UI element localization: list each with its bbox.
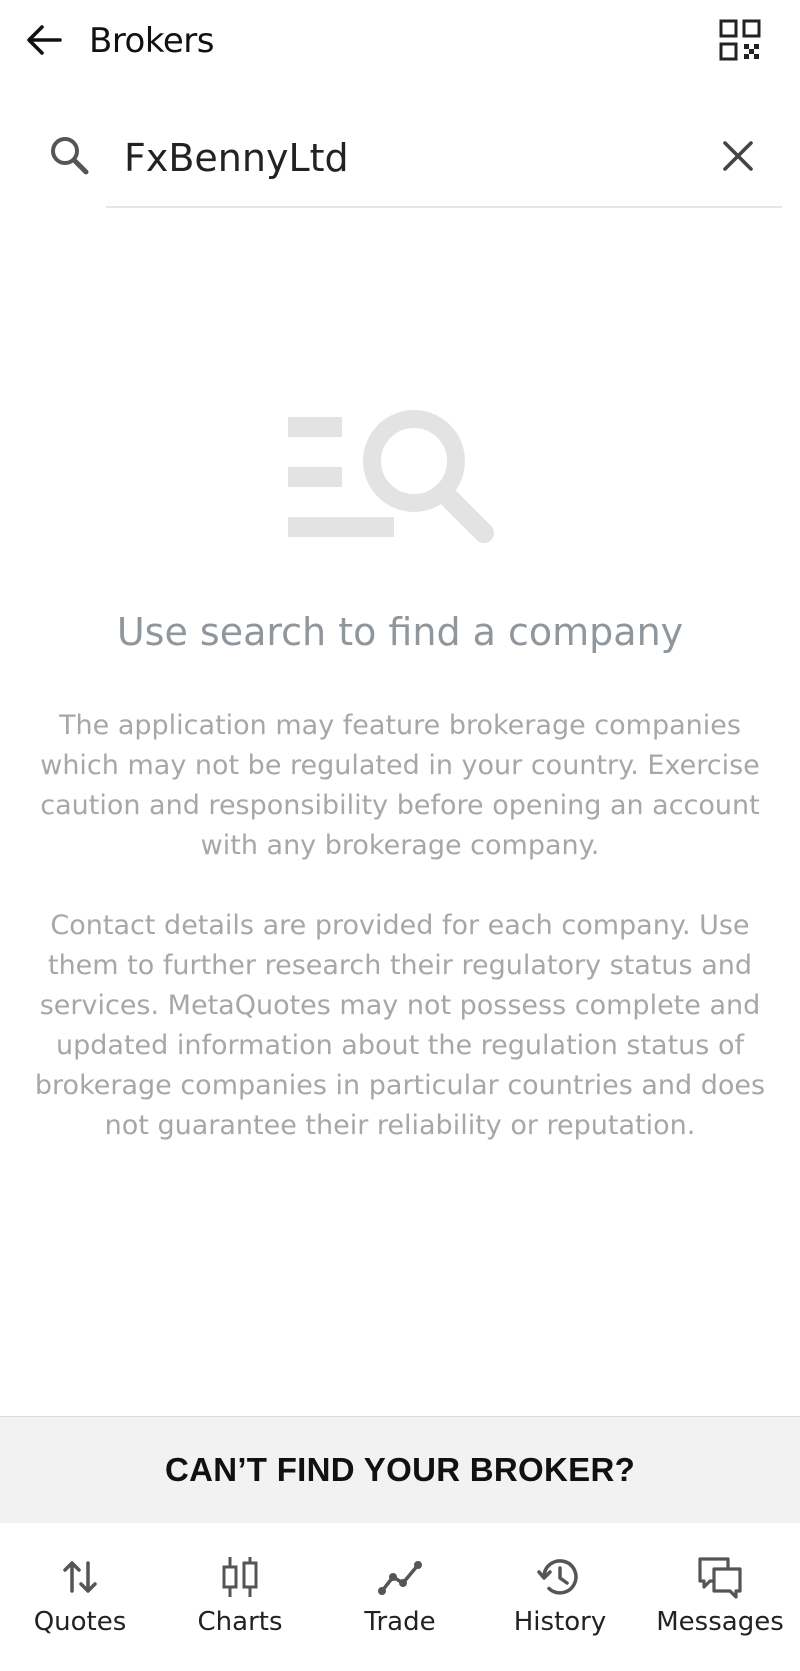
page-title: Brokers	[89, 21, 214, 61]
search-bar	[0, 110, 800, 210]
nav-label: Trade	[364, 1607, 436, 1637]
arrow-left-icon[interactable]	[22, 18, 66, 62]
nav-messages[interactable]: Messages	[640, 1523, 800, 1671]
nav-label: Charts	[197, 1607, 283, 1637]
nav-label: Messages	[656, 1607, 784, 1637]
contact-details-notice: Contact details are provided for each co…	[34, 910, 766, 1141]
nav-quotes[interactable]: Quotes	[0, 1523, 160, 1671]
qr-code-icon[interactable]	[718, 18, 762, 62]
nav-history[interactable]: History	[480, 1523, 640, 1671]
empty-state-headline: Use search to find a company	[116, 610, 684, 654]
history-icon	[537, 1559, 578, 1595]
nav-trade[interactable]: Trade	[320, 1523, 480, 1671]
close-icon[interactable]	[716, 134, 760, 178]
bottom-navigation: Quotes Charts Trade History Messages	[0, 1523, 800, 1671]
app-bar: Brokers	[0, 0, 800, 84]
nav-label: History	[513, 1607, 607, 1637]
candlestick-icon	[222, 1557, 258, 1597]
cant-find-broker-button[interactable]: CAN’T FIND YOUR BROKER?	[0, 1416, 800, 1523]
nav-charts[interactable]: Charts	[160, 1523, 320, 1671]
search-input[interactable]	[124, 130, 684, 186]
cant-find-broker-label: CAN’T FIND YOUR BROKER?	[164, 1451, 636, 1488]
nav-label: Quotes	[33, 1607, 127, 1637]
search-underline	[106, 206, 782, 208]
chat-bubbles-icon	[698, 1557, 742, 1599]
list-search-icon	[282, 405, 522, 565]
search-icon	[46, 132, 94, 180]
arrows-up-down-icon	[63, 1561, 97, 1593]
regulation-notice: The application may feature brokerage co…	[40, 710, 760, 861]
trend-line-icon	[378, 1561, 422, 1595]
